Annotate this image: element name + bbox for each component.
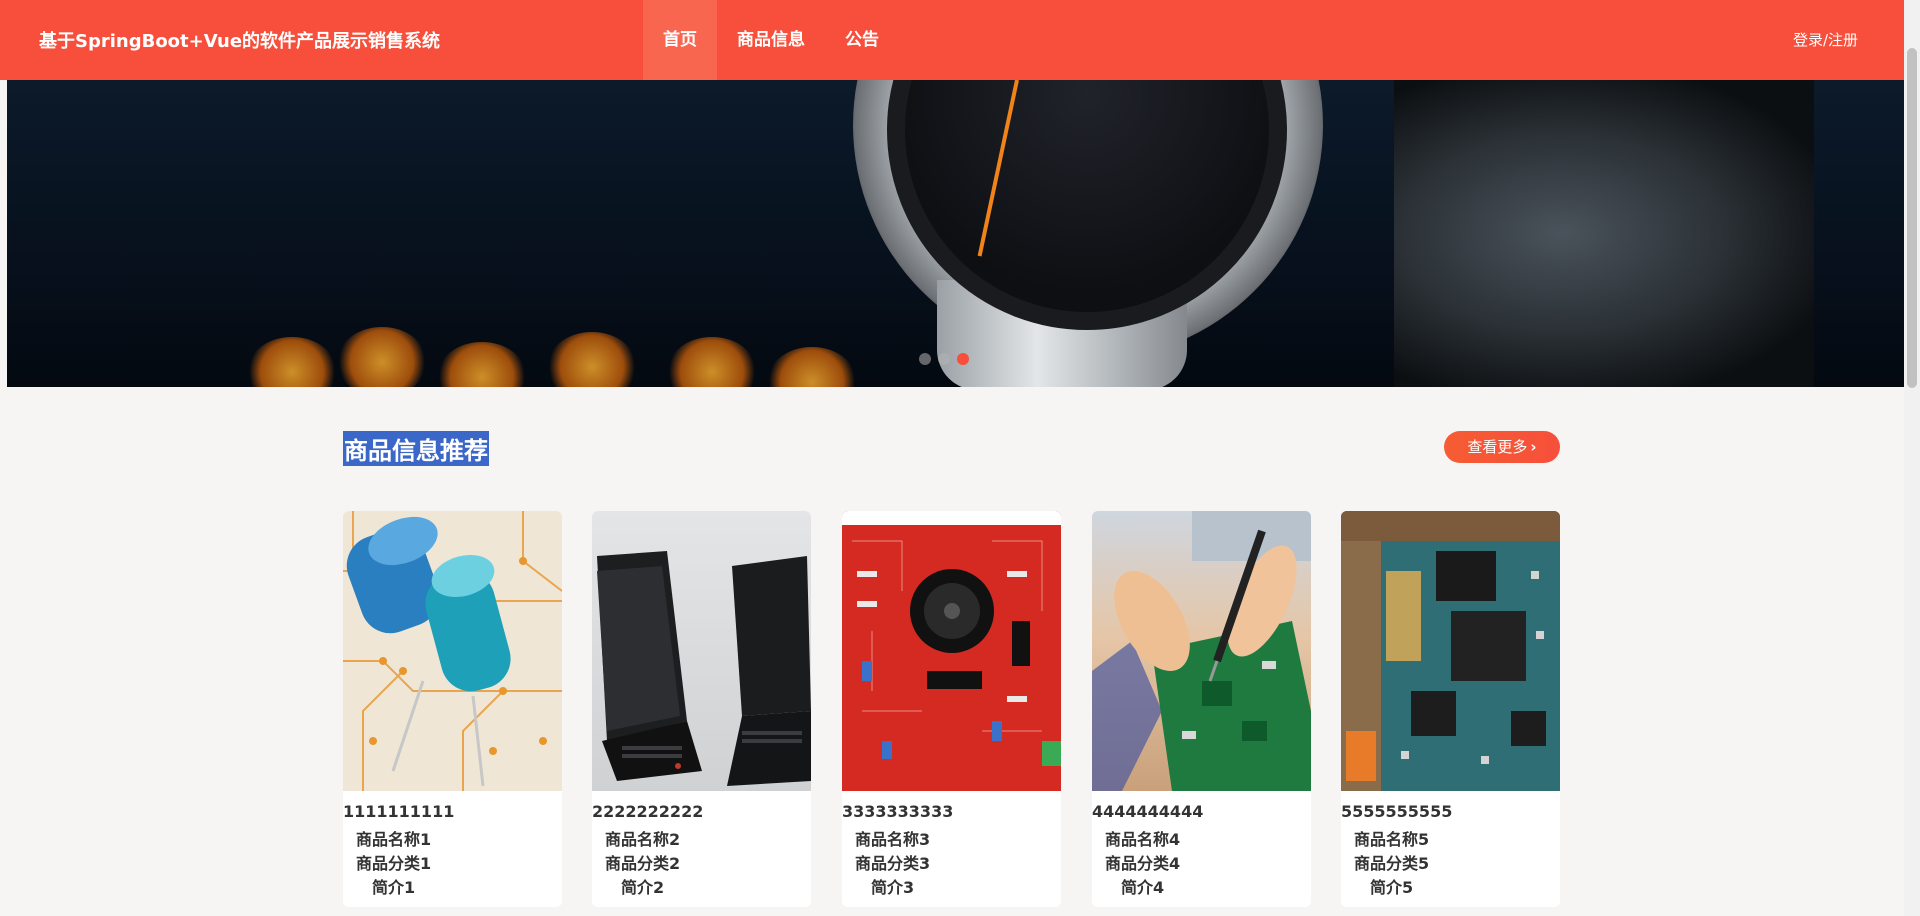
- banner-rock-background: [1394, 80, 1814, 387]
- carousel-indicators: [919, 353, 969, 365]
- product-intro: 简介1: [372, 878, 416, 897]
- product-intro: 简介4: [1121, 878, 1165, 897]
- nav-item-products[interactable]: 商品信息: [717, 0, 825, 80]
- product-card-1[interactable]: 1111111111 商品名称1 商品分类1 简介1: [343, 511, 562, 907]
- product-image-laptops: [592, 511, 811, 791]
- nav-item-home[interactable]: 首页: [643, 0, 717, 80]
- product-name: 商品名称1: [356, 830, 432, 849]
- product-name: 商品名称5: [1354, 830, 1430, 849]
- page-scrollbar[interactable]: [1904, 0, 1920, 916]
- carousel-dot-2[interactable]: [938, 353, 950, 365]
- chevron-right-icon: ›: [1530, 438, 1537, 456]
- product-intro: 简介2: [621, 878, 665, 897]
- product-image-soldering: [1092, 511, 1311, 791]
- product-code: 3333333333: [842, 802, 954, 821]
- banner-bokeh-light: [767, 347, 857, 387]
- product-code: 4444444444: [1092, 802, 1204, 821]
- product-category: 商品分类3: [855, 854, 931, 873]
- product-card-4[interactable]: 4444444444 商品名称4 商品分类4 简介4: [1092, 511, 1311, 907]
- product-name: 商品名称2: [605, 830, 681, 849]
- product-card-5[interactable]: 5555555555 商品名称5 商品分类5 简介5: [1341, 511, 1560, 907]
- product-category: 商品分类4: [1105, 854, 1181, 873]
- product-code: 1111111111: [343, 802, 455, 821]
- product-image-circuit-board: [842, 511, 1061, 791]
- view-more-button[interactable]: 查看更多 ›: [1444, 431, 1560, 463]
- nav-item-notices[interactable]: 公告: [825, 0, 899, 80]
- product-code: 2222222222: [592, 802, 704, 821]
- product-image-capacitors: [343, 511, 562, 791]
- banner-bokeh-light: [337, 327, 427, 387]
- product-name: 商品名称3: [855, 830, 931, 849]
- site-title: 基于SpringBoot+Vue的软件产品展示销售系统: [39, 31, 441, 52]
- banner-bokeh-light: [547, 332, 637, 387]
- view-more-label: 查看更多: [1467, 438, 1528, 456]
- product-image-mainboard: [1341, 511, 1560, 791]
- carousel-dot-3[interactable]: [957, 353, 969, 365]
- section-title: 商品信息推荐: [343, 431, 489, 466]
- product-intro: 简介5: [1370, 878, 1414, 897]
- product-card-3[interactable]: 3333333333 商品名称3 商品分类3 简介3: [842, 511, 1061, 907]
- carousel-banner[interactable]: [7, 80, 1904, 387]
- banner-bokeh-light: [437, 342, 527, 387]
- product-code: 5555555555: [1341, 802, 1453, 821]
- scrollbar-thumb[interactable]: [1907, 48, 1917, 388]
- top-header: 基于SpringBoot+Vue的软件产品展示销售系统 首页 商品信息 公告 登…: [0, 0, 1904, 80]
- banner-bokeh-light: [667, 337, 757, 387]
- product-category: 商品分类1: [356, 854, 432, 873]
- product-name: 商品名称4: [1105, 830, 1181, 849]
- product-intro: 简介3: [871, 878, 915, 897]
- login-register-link[interactable]: 登录/注册: [1793, 29, 1858, 50]
- banner-bokeh-light: [247, 337, 337, 387]
- carousel-dot-1[interactable]: [919, 353, 931, 365]
- main-nav: 首页 商品信息 公告: [643, 0, 899, 80]
- product-category: 商品分类5: [1354, 854, 1430, 873]
- product-card-2[interactable]: 2222222222 商品名称2 商品分类2 简介2: [592, 511, 811, 907]
- product-category: 商品分类2: [605, 854, 681, 873]
